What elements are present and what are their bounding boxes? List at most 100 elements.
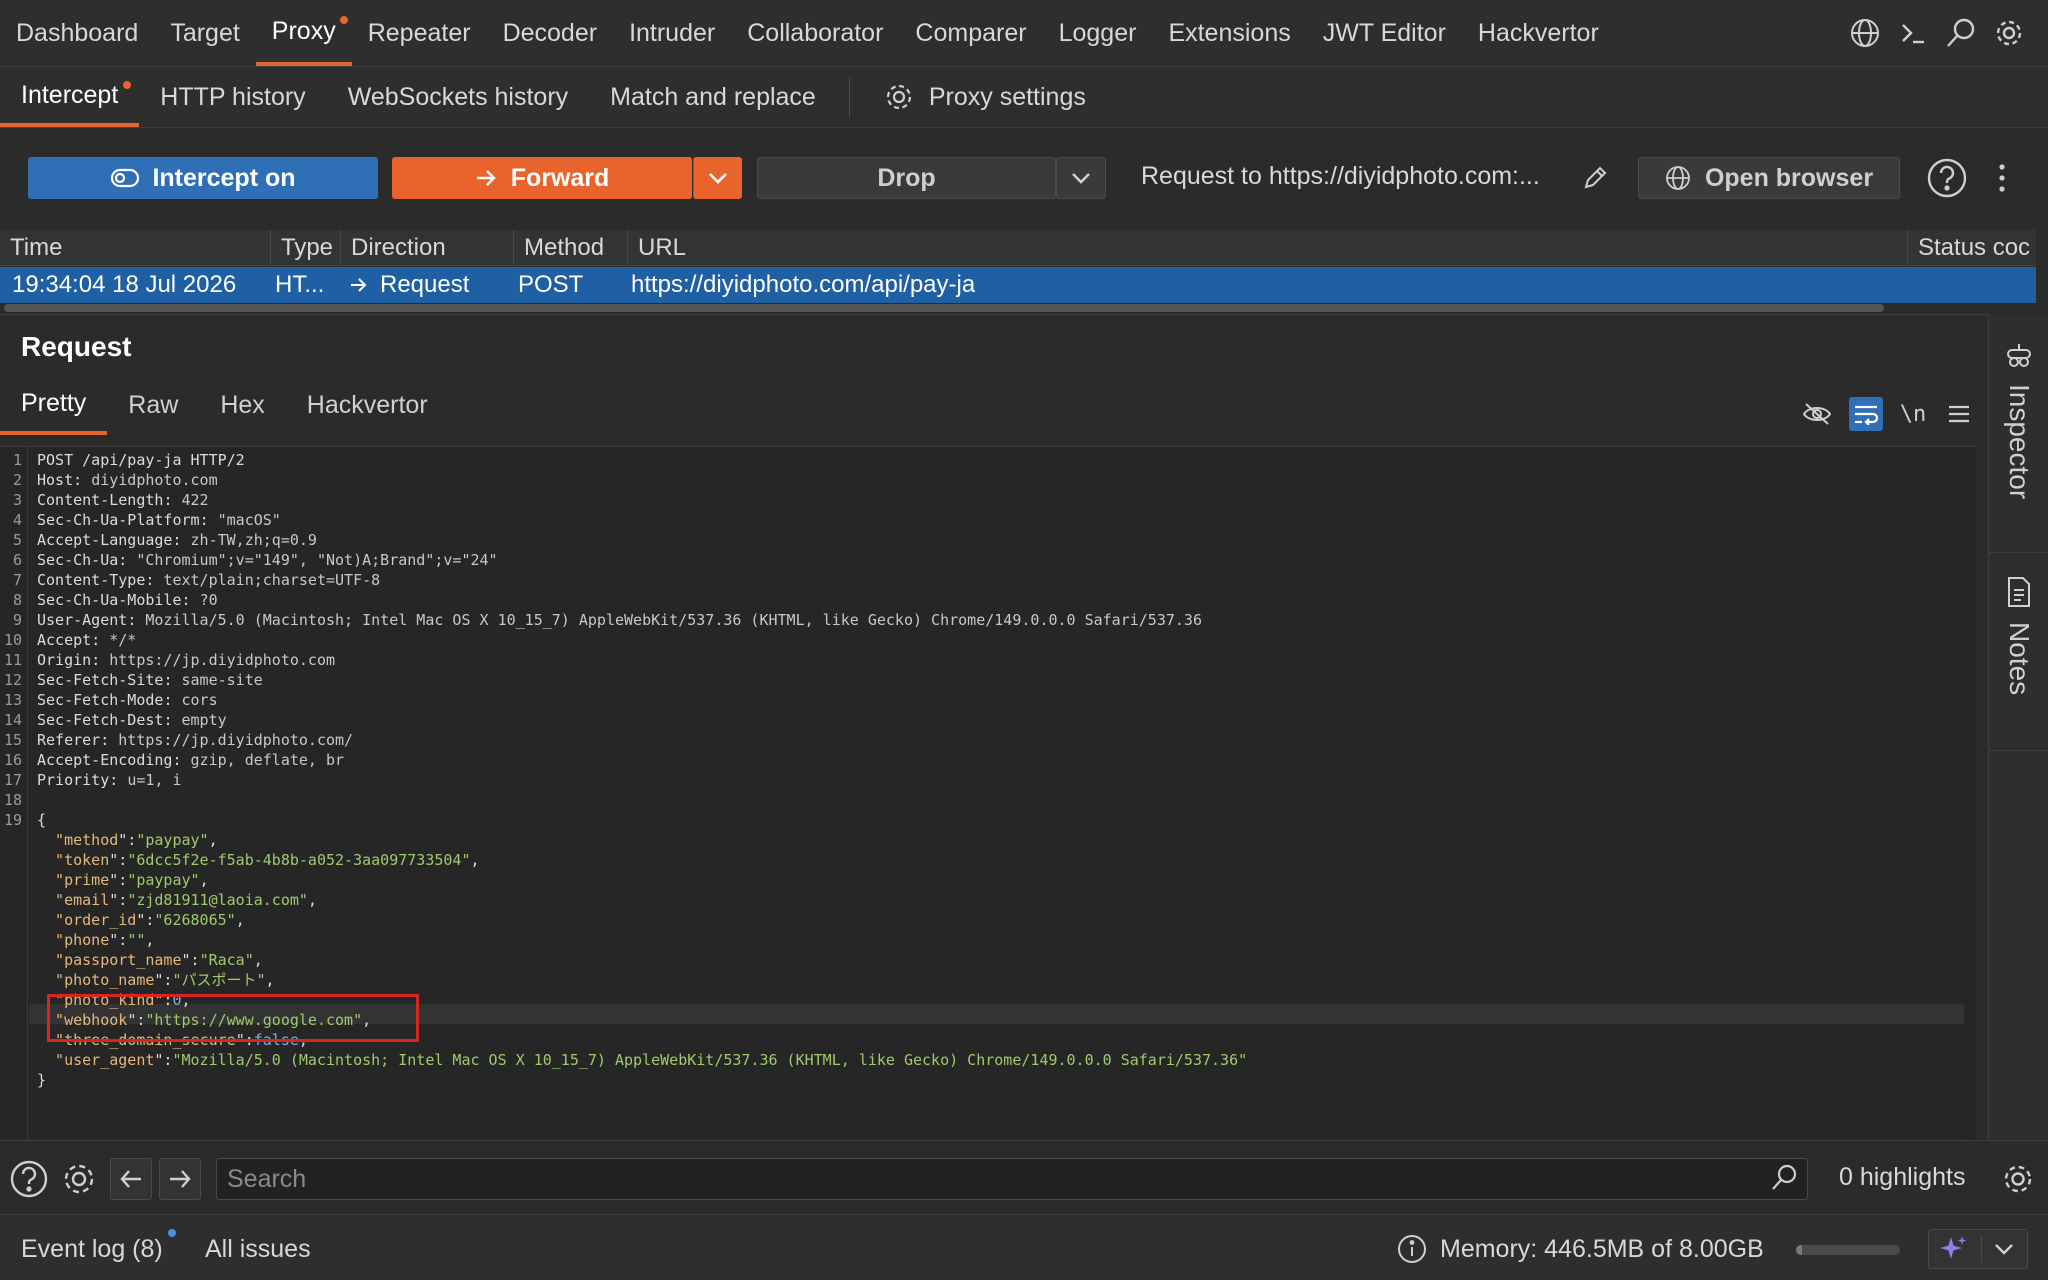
json-value: "paypay" — [127, 871, 200, 889]
help-icon[interactable] — [8, 1158, 50, 1200]
intercept-toolbar: Intercept on Forward Drop Request to htt… — [0, 128, 2048, 228]
newline-toggle[interactable]: \n — [1896, 397, 1930, 431]
line-code: Sec-Ch-Ua-Mobile: ?0 — [37, 591, 218, 609]
search-input[interactable] — [216, 1158, 1808, 1200]
settings-gear-icon[interactable] — [58, 1158, 100, 1200]
previous-arrow-icon[interactable] — [110, 1158, 152, 1200]
line-number: 17 — [3, 771, 22, 789]
column-header-direction[interactable]: Direction — [340, 230, 513, 266]
line-number: 16 — [3, 751, 22, 769]
nav-tab-collaborator[interactable]: Collaborator — [731, 0, 899, 66]
drop-options-button[interactable] — [1056, 157, 1106, 199]
nav-tab-comparer[interactable]: Comparer — [899, 0, 1042, 66]
request-editor[interactable]: 1 POST /api/pay-ja HTTP/2 2 Host: diyidphot… — [0, 446, 1976, 1140]
more-options-icon[interactable] — [1990, 162, 2014, 194]
forward-button[interactable]: Forward — [392, 157, 692, 199]
column-header-time[interactable]: Time — [0, 230, 270, 266]
next-arrow-icon[interactable] — [159, 1158, 201, 1200]
column-header-type[interactable]: Type — [270, 230, 340, 266]
request-line: POST /api/pay-ja HTTP/2 — [37, 451, 245, 469]
request-tab-hackvertor[interactable]: Hackvertor — [286, 375, 449, 435]
json-value: "Raca" — [199, 951, 254, 969]
nav-tab-intruder[interactable]: Intruder — [613, 0, 731, 66]
header-value: same-site — [181, 671, 263, 689]
table-row[interactable]: 19:34:04 18 Jul 2026 HT... Request POST … — [0, 267, 2036, 303]
search-icon[interactable] — [1942, 14, 1980, 52]
json-brace: } — [37, 1071, 47, 1089]
request-tab-raw[interactable]: Raw — [107, 375, 199, 435]
subtab-match-and-replace[interactable]: Match and replace — [589, 67, 837, 127]
forward-options-button[interactable] — [693, 157, 742, 199]
header-name: Sec-Ch-Ua-Platform — [37, 511, 200, 529]
event-log-link[interactable]: Event log (8) — [21, 1235, 163, 1264]
proxy-subnav-tabs: Intercept HTTP history WebSockets history M… — [0, 67, 1107, 127]
settings-gear-icon[interactable] — [1997, 1158, 2039, 1200]
proxy-subnav: Intercept HTTP history WebSockets history M… — [0, 67, 2048, 128]
subtab-websockets-history[interactable]: WebSockets history — [327, 67, 589, 127]
line-code: "phone":"", — [37, 931, 155, 949]
nav-tab-dashboard[interactable]: Dashboard — [0, 0, 154, 66]
ai-assistant-button[interactable] — [1928, 1229, 2028, 1269]
line-number: 7 — [12, 571, 22, 589]
column-header-method[interactable]: Method — [513, 230, 627, 266]
line-number: 4 — [12, 511, 22, 529]
column-header-url[interactable]: URL — [627, 230, 1907, 266]
nav-tab-jwt-editor[interactable]: JWT Editor — [1307, 0, 1462, 66]
line-code: "token":"6dcc5f2e-f5ab-4b8b-a052-3aa0977… — [37, 851, 480, 869]
word-wrap-icon[interactable] — [1849, 397, 1883, 431]
arrow-right-icon — [475, 168, 497, 188]
help-icon[interactable] — [1926, 157, 1968, 199]
open-browser-button[interactable]: Open browser — [1638, 157, 1900, 199]
line-code: Sec-Fetch-Mode: cors — [37, 691, 218, 709]
subtab-label: HTTP history — [160, 82, 306, 111]
row-method: POST — [518, 271, 584, 298]
column-header-status[interactable]: Status coc — [1907, 230, 2036, 266]
header-value: cors — [181, 691, 218, 709]
nav-tab-extensions[interactable]: Extensions — [1152, 0, 1306, 66]
memory-usage: Memory: 446.5MB of 8.00GB — [1440, 1235, 1764, 1263]
json-value: "" — [127, 931, 146, 949]
line-code: Content-Length: 422 — [37, 491, 209, 509]
nav-tab-repeater[interactable]: Repeater — [352, 0, 487, 66]
gear-icon[interactable] — [1990, 14, 2028, 52]
request-tab-pretty[interactable]: Pretty — [0, 375, 108, 435]
main-nav-tabs: Dashboard Target Proxy Repeater Decoder Intru… — [0, 0, 1615, 66]
subtab-http-history[interactable]: HTTP history — [139, 67, 326, 127]
header-name: Accept-Language — [37, 531, 173, 549]
notification-dot — [123, 81, 132, 89]
inspector-tab[interactable]: Inspector — [1989, 340, 2048, 499]
json-value: "zjd81911@laoia.com" — [127, 891, 308, 909]
line-code: } — [37, 1070, 46, 1090]
gear-icon — [883, 81, 915, 113]
notes-tab[interactable]: Notes — [1989, 576, 2048, 695]
nav-tab-proxy[interactable]: Proxy — [255, 0, 352, 66]
drop-button[interactable]: Drop — [757, 157, 1056, 199]
line-number: 15 — [3, 731, 22, 749]
request-tab-hex[interactable]: Hex — [199, 375, 285, 435]
nav-tab-hackvertor[interactable]: Hackvertor — [1462, 0, 1615, 66]
line-code: User-Agent: Mozilla/5.0 (Macintosh; Inte… — [37, 611, 1202, 629]
subtab-intercept[interactable]: Intercept — [0, 67, 140, 127]
table-horizontal-scrollbar[interactable] — [4, 304, 1884, 312]
edit-pencil-icon[interactable] — [1581, 164, 1609, 192]
intercept-toggle-button[interactable]: Intercept on — [28, 157, 378, 199]
header-name: Sec-Fetch-Mode — [37, 691, 164, 709]
editor-vertical-scrollbar[interactable] — [1964, 447, 1976, 1140]
line-code: Sec-Fetch-Dest: empty — [37, 711, 227, 729]
inspector-icon — [2004, 340, 2034, 370]
header-value: https://jp.diyidphoto.com — [109, 651, 336, 669]
terminal-icon[interactable] — [1894, 14, 1932, 52]
forward-label: Forward — [510, 163, 610, 192]
line-number: 12 — [3, 671, 22, 689]
all-issues-link[interactable]: All issues — [205, 1235, 311, 1264]
nav-tab-logger[interactable]: Logger — [1043, 0, 1153, 66]
globe-icon[interactable] — [1846, 14, 1884, 52]
right-sidebar: Inspector Notes — [1988, 314, 2048, 1140]
nav-tab-target[interactable]: Target — [154, 0, 255, 66]
search-icon[interactable] — [1770, 1163, 1798, 1191]
hide-eye-icon[interactable] — [1800, 397, 1834, 431]
proxy-settings-button[interactable]: Proxy settings — [862, 67, 1107, 127]
line-number: 5 — [12, 531, 22, 549]
nav-tab-decoder[interactable]: Decoder — [487, 0, 614, 66]
hamburger-menu-icon[interactable] — [1942, 397, 1976, 431]
